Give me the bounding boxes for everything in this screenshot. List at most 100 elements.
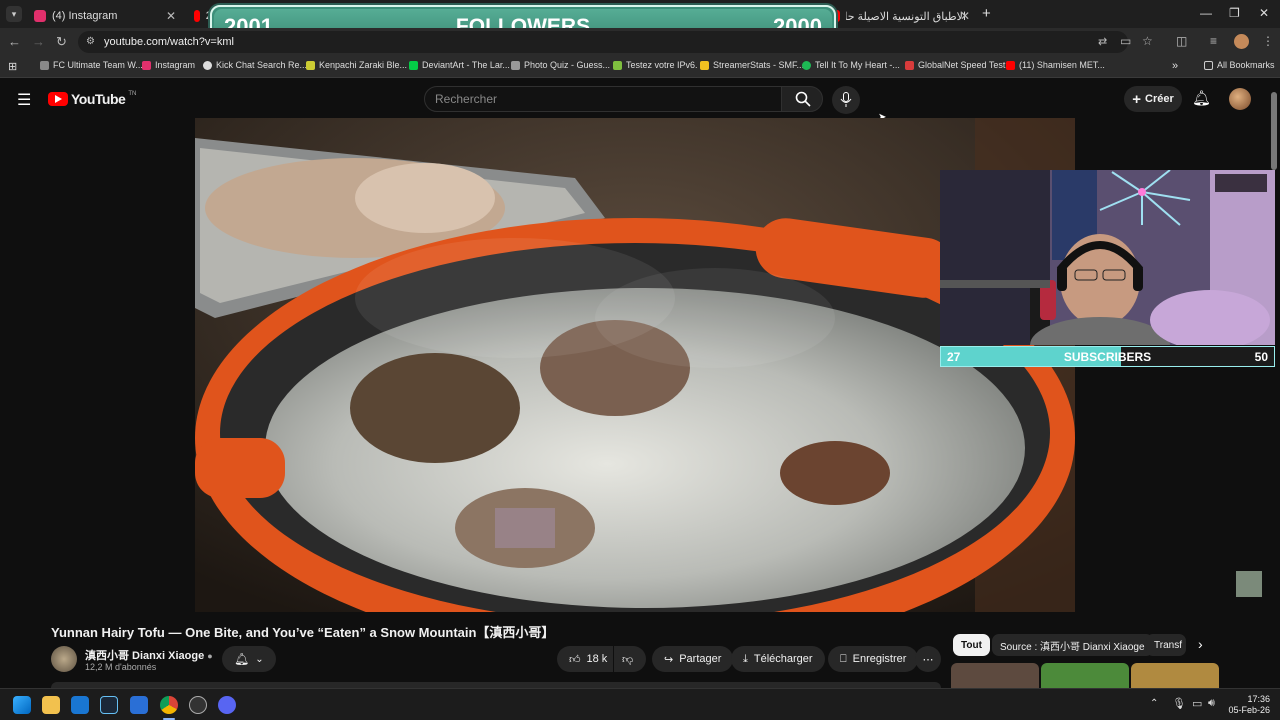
bookmark-item[interactable]: DeviantArt - The Lar... [409,60,510,70]
photos-icon[interactable] [130,696,148,714]
folder-icon [1204,60,1213,70]
bookmark-label: FC Ultimate Team W... [53,60,143,70]
page-scrollbar[interactable] [1271,92,1277,170]
bookmark-label: StreamerStats - SMF... [713,60,805,70]
bookmark-item[interactable]: Kenpachi Zaraki Ble... [306,60,407,70]
microphone-tray-icon[interactable]: 🎙︎ [1172,697,1186,710]
tray-chevron-icon[interactable]: ⌃ [1150,698,1158,709]
tab-search-button[interactable]: ▾ [6,6,22,22]
thumbs-down-icon: 👎︎ [622,653,634,666]
bookmark-item[interactable]: Instagram [142,60,195,70]
notification-bell-button[interactable]: 🔔︎ ⌄ [222,646,276,672]
chrome-icon[interactable] [160,696,178,714]
more-bookmarks-icon[interactable]: » [1172,60,1178,72]
minimize-icon[interactable]: — [1200,6,1212,20]
related-thumbnail[interactable] [1041,663,1129,688]
country-code: TN [128,91,137,97]
reload-icon[interactable]: ↻ [56,34,67,50]
close-icon[interactable]: ✕ [166,9,176,23]
back-icon[interactable]: ← [8,34,21,49]
save-button[interactable]: ⎕ Enregistrer [828,646,919,672]
bookmark-item[interactable]: Tell It To My Heart -... [802,60,900,70]
file-explorer-icon[interactable] [42,696,60,714]
profile-avatar[interactable] [1234,34,1249,49]
instagram-icon [34,10,46,22]
volume-icon[interactable]: 🔊︎ [1208,697,1215,710]
download-button[interactable]: ⤓ Télécharger [731,646,825,672]
site-info-icon[interactable]: ⚙ [86,31,95,53]
network-icon[interactable]: ▭ [1192,697,1202,710]
star-icon[interactable]: ☆ [1142,34,1156,48]
bookmark-favicon [700,60,709,70]
tab-instagram[interactable]: (4) Instagram ✕ [26,4,182,28]
bookmark-favicon [613,60,622,70]
chevron-down-icon: ⌄ [255,653,264,665]
bookmark-label: Kick Chat Search Re... [216,60,308,70]
share-button[interactable]: ↪ Partager [652,646,734,672]
bookmark-item[interactable]: GlobalNet Speed Test [905,60,1005,70]
chip-label: Source : 滇西小哥 Dianxi Xiaoge [1000,641,1145,653]
chip-source[interactable]: Source : 滇西小哥 Dianxi Xiaoge [992,634,1153,656]
youtube-icon [194,10,200,22]
menu-icon[interactable]: ⋮ [1262,34,1276,48]
search-input[interactable]: Rechercher [424,86,782,112]
related-thumbnail[interactable] [1131,663,1219,688]
clock[interactable]: 17:36 05-Feb-26 [1226,694,1270,716]
like-button[interactable]: 👍︎ 18 k [557,646,613,672]
chip-all[interactable]: Tout [953,634,990,656]
close-icon[interactable]: ✕ [960,9,970,23]
close-window-icon[interactable]: ✕ [1259,6,1269,20]
install-icon[interactable]: ▭ [1120,34,1134,48]
notifications-icon[interactable]: 🔔︎ [1192,89,1211,107]
video-title: Yunnan Hairy Tofu — One Bite, and You’ve… [51,625,555,640]
translate-icon[interactable]: ⇄ [1098,31,1107,53]
save-label: Enregistrer [852,653,907,665]
chevron-right-icon[interactable]: › [1198,636,1203,652]
tab-label: (4) Instagram [52,10,118,22]
media-icon[interactable]: ≡ [1210,34,1224,48]
apps-icon[interactable]: ⊞ [8,60,17,73]
address-bar[interactable]: ⚙ youtube.com/watch?v=kml ⇄ [78,31,1128,53]
bookmark-label: Photo Quiz - Guess... [524,60,611,70]
search-icon [795,91,811,107]
new-tab-button[interactable]: + [982,5,991,22]
bookmark-item[interactable]: Photo Quiz - Guess... [511,60,610,70]
extensions-icon[interactable]: ◫ [1176,34,1190,48]
search-button[interactable] [781,86,823,112]
more-icon: ⋯ [922,653,934,666]
windows-start-icon[interactable] [13,696,31,714]
related-thumbnail[interactable] [951,663,1039,688]
hamburger-menu-icon[interactable]: ☰ [17,90,31,110]
bookmark-item[interactable]: Kick Chat Search Re... [203,60,307,70]
bookmark-label: Tell It To My Heart -... [815,60,900,70]
create-button[interactable]: + Créer [1124,86,1182,112]
outlook-icon[interactable] [71,696,89,714]
voice-search-button[interactable] [832,86,860,114]
restore-icon[interactable]: ❐ [1229,6,1240,20]
download-icon: ⤓ [743,652,748,665]
bookmark-favicon [1006,60,1015,70]
chip-transfer[interactable]: Transf [1146,634,1186,656]
channel-name[interactable]: 滇西小哥 Dianxi Xiaoge ● [85,647,213,663]
forward-icon[interactable]: → [32,34,45,49]
account-avatar[interactable] [1229,88,1251,110]
navigation-bar: ← → ↻ ⚙ youtube.com/watch?v=kml ⇄ ▭ ☆ ◫ … [0,28,1280,56]
channel-avatar[interactable] [51,646,77,672]
tab-tunisian-dishes[interactable]: الاطباق التونسية الاصيلة حلقة اسا ✕ [826,4,976,28]
all-bookmarks[interactable]: All Bookmarks [1204,60,1275,70]
chip-label: Transf [1154,639,1182,651]
dislike-button[interactable]: 👎︎ [614,646,646,672]
bookmark-item[interactable]: Testez votre IPv6. [613,60,698,70]
like-count: 18 k [586,653,608,665]
youtube-logo[interactable]: YouTube TN [48,91,136,107]
bookmark-favicon [40,60,49,70]
steam-icon[interactable] [100,696,118,714]
github-icon[interactable] [189,696,207,714]
discord-icon[interactable] [218,696,236,714]
youtube-play-icon [48,92,68,106]
bookmark-item[interactable]: FC Ultimate Team W... [40,60,143,70]
bookmark-item[interactable]: StreamerStats - SMF... [700,60,804,70]
bookmark-item[interactable]: (11) Shamisen MET... [1006,60,1105,70]
more-actions-button[interactable]: ⋯ [915,646,941,672]
mini-thumbnail[interactable] [1236,571,1262,597]
